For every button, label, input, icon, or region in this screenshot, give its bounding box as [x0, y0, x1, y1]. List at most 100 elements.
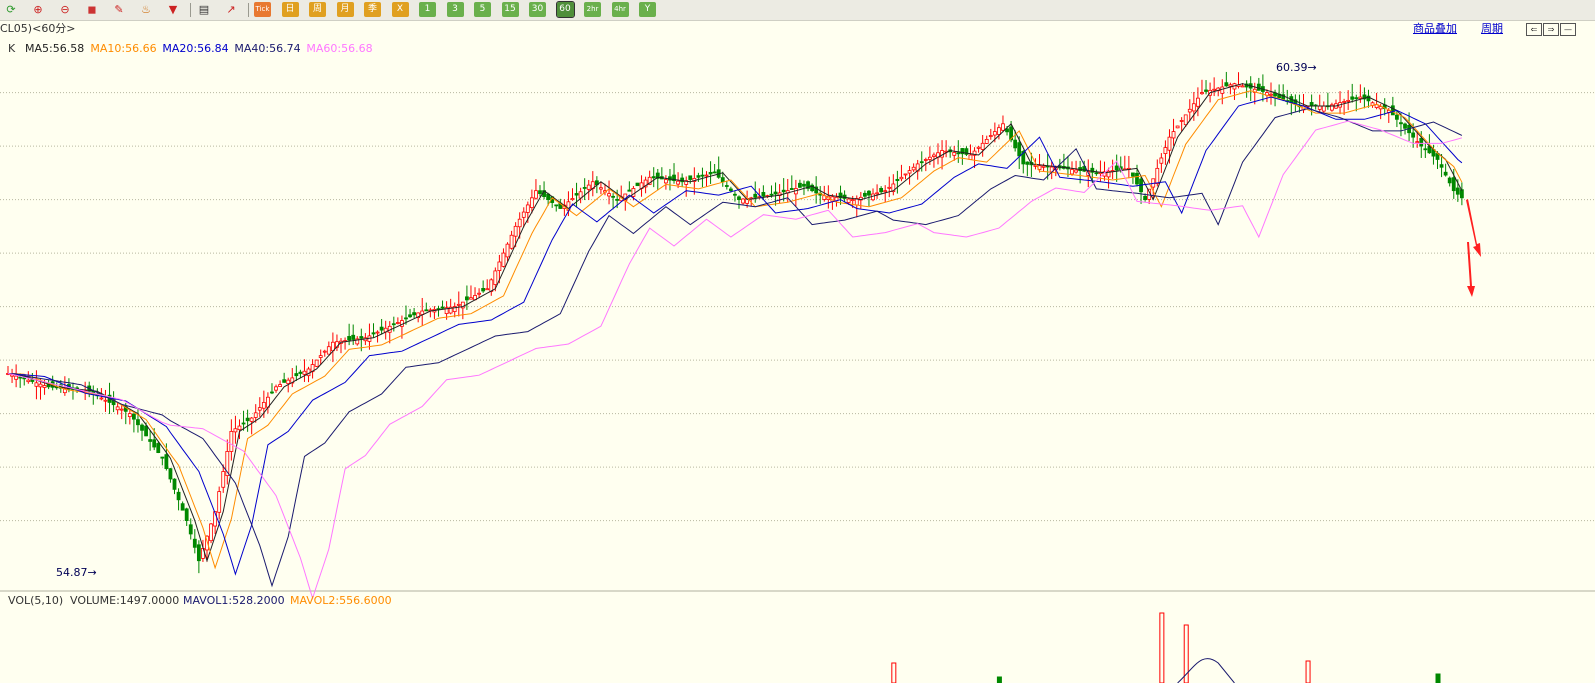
candle-body [724, 185, 729, 187]
candle-body [493, 270, 498, 285]
2h-button[interactable]: 2hr [584, 2, 601, 17]
candle-body [992, 131, 997, 136]
candle-body [391, 323, 396, 326]
y-button[interactable]: Y [639, 2, 656, 17]
candle-body [164, 454, 169, 469]
candle-body [988, 135, 993, 137]
tick-button[interactable]: Tick [254, 2, 271, 17]
candle-body [635, 182, 640, 187]
candle-body [196, 544, 201, 562]
candle-body [477, 292, 481, 295]
candle-body [282, 379, 287, 383]
candle-body [347, 336, 352, 341]
candle-body [651, 176, 656, 179]
period-link[interactable]: 周期 [1481, 20, 1503, 38]
candle-body [789, 188, 794, 190]
candle-body [241, 422, 246, 425]
candle-body [180, 503, 185, 511]
table-icon[interactable]: ▤ [196, 2, 212, 17]
month-button[interactable]: 月 [336, 2, 354, 17]
candle-body [611, 195, 616, 198]
season-button[interactable]: 季 [364, 2, 381, 17]
zoom-out-icon[interactable]: ⊖ [57, 2, 73, 17]
60-button[interactable]: 60 [555, 1, 575, 18]
candle-body [534, 190, 538, 199]
week-button[interactable]: 周 [309, 2, 326, 17]
candle-body [923, 159, 928, 161]
candle-body [140, 424, 144, 431]
candle-body [1200, 92, 1204, 95]
30-button[interactable]: 30 [529, 2, 546, 17]
candle-body [408, 314, 412, 318]
candle-body [899, 176, 904, 180]
candle-body [294, 373, 299, 377]
1-button[interactable]: 1 [419, 2, 436, 17]
candle-body [907, 170, 912, 174]
candle-body [1155, 167, 1160, 185]
candle-body [582, 187, 587, 189]
candle-body [1354, 97, 1359, 100]
collapse-icon[interactable]: — [1560, 23, 1576, 36]
candle-body [249, 417, 254, 422]
scroll-right-icon[interactable]: ⇒ [1543, 23, 1559, 36]
15-button[interactable]: 15 [501, 2, 519, 17]
moving-average-lines [7, 83, 1463, 600]
toolbar: ⟳ ⊕ ⊖ ◼ ✎ ♨ ▼ ▤ ↗ Tick 日周月季 X 1 3 5 15 30 60 2hr 4hr Y [0, 0, 1595, 21]
ma20-line [7, 96, 1463, 576]
refresh-icon[interactable]: ⟳ [3, 2, 19, 17]
candle-body [318, 355, 323, 358]
candle-body [209, 523, 213, 542]
candle-body [375, 331, 380, 334]
candle-body [176, 491, 181, 501]
candle-body [903, 173, 908, 176]
candle-body [160, 456, 165, 459]
candle-body [1220, 86, 1225, 94]
candle-body [997, 127, 1001, 135]
candle-body [217, 491, 222, 513]
candle-body [131, 413, 136, 420]
window-icon[interactable]: ◼ [84, 2, 100, 17]
candle-body [326, 346, 331, 355]
candle-body [424, 309, 429, 312]
paint-icon[interactable]: ♨ [138, 2, 154, 17]
low-label: 54.87→ [56, 566, 97, 579]
candle-body [773, 191, 778, 195]
candle-body [1175, 125, 1180, 129]
volume-bar [891, 662, 897, 683]
candle-body [1346, 99, 1351, 102]
price-chart[interactable]: 60.39→ 54.87→ K MA5:56.58 MA10:56.66 MA20:56… [0, 38, 1595, 683]
mavol1-value: MAVOL1:528.2000 [183, 594, 285, 607]
candle-body [712, 171, 717, 174]
3-button[interactable]: 3 [446, 2, 464, 17]
volume-panel: VOL(5,10) VOLUME:1497.0000 MAVOL1:528.2000… [8, 594, 1441, 683]
candle-body [1074, 169, 1078, 173]
candle-body [1415, 141, 1420, 144]
candle-body [38, 383, 43, 388]
day-button[interactable]: 日 [281, 2, 299, 17]
candle-body [270, 391, 274, 394]
candle-body [1135, 172, 1139, 185]
mavol2-value: MAVOL2:556.6000 [290, 594, 392, 607]
candle-body [1163, 147, 1168, 155]
candle-body [440, 306, 445, 309]
scroll-left-icon[interactable]: ⇐ [1526, 23, 1542, 36]
overlay-link[interactable]: 商品叠加 [1413, 20, 1457, 38]
x-button[interactable]: X [391, 2, 409, 17]
4h-button[interactable]: 4hr [611, 2, 629, 17]
trend-icon[interactable]: ↗ [223, 2, 239, 17]
candle-body [1321, 105, 1326, 112]
pencil-icon[interactable]: ✎ [111, 2, 127, 17]
candle-body [156, 443, 161, 453]
candle-body [1212, 88, 1217, 91]
candle-body [798, 182, 802, 188]
candle-body [1041, 165, 1046, 168]
candle-body [1447, 177, 1452, 184]
candle-body [172, 478, 177, 490]
zoom-in-icon[interactable]: ⊕ [30, 2, 46, 17]
candle-body [359, 336, 364, 339]
candle-body [237, 425, 242, 431]
filter-icon[interactable]: ▼ [165, 2, 181, 17]
candle-body [883, 190, 888, 193]
candle-body [1179, 120, 1184, 122]
5-button[interactable]: 5 [474, 2, 491, 17]
